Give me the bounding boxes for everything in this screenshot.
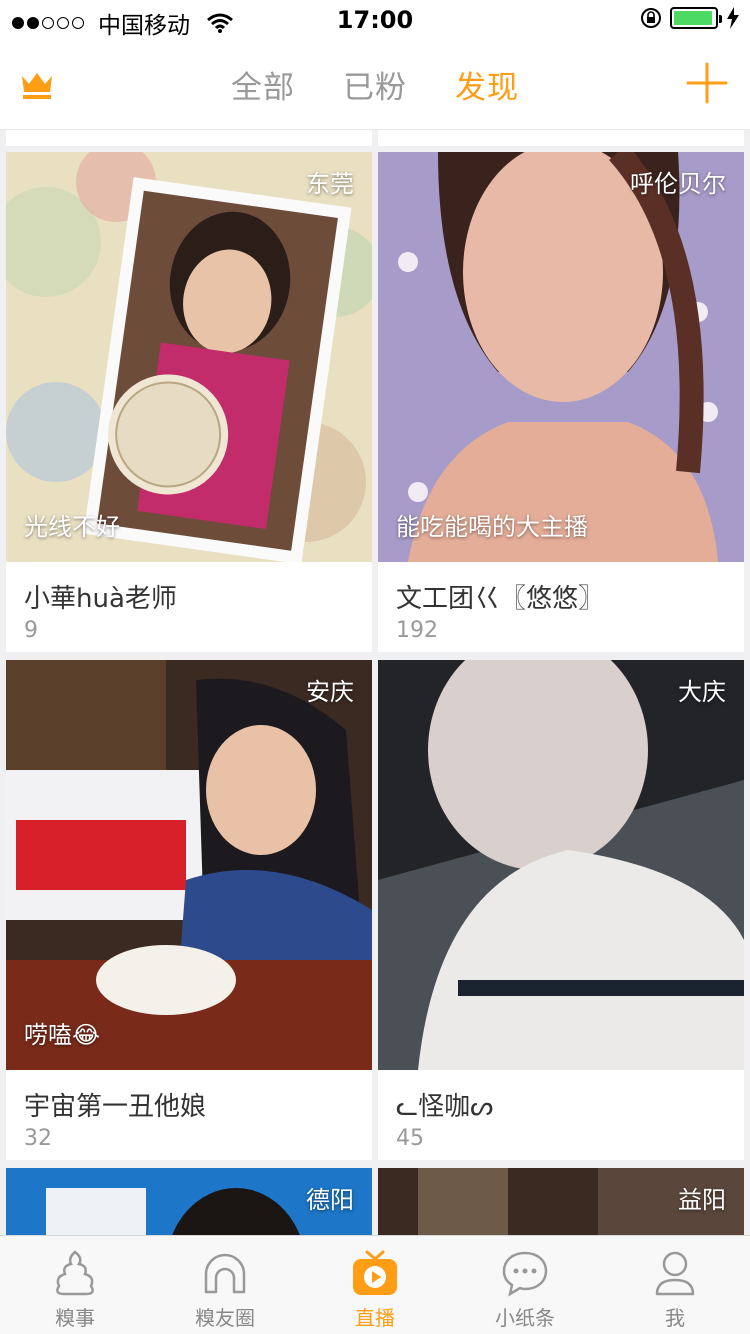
card-photo: 安庆 唠嗑😂 [6, 660, 372, 1070]
card-caption: 唠嗑😂 [24, 1021, 101, 1049]
viewer-count: 32 [24, 1126, 52, 1151]
streamer-name: 文工团巜〖悠悠〗 [396, 584, 605, 614]
status-bar: 中国移动 17:00 [0, 0, 750, 40]
tab-following[interactable]: 已粉 [343, 62, 407, 107]
tab-discover[interactable]: 发现 [455, 62, 519, 107]
tabbar-label: 直播 [355, 1306, 395, 1330]
live-card[interactable]: 益阳 [378, 1168, 744, 1235]
card-city: 安庆 [306, 678, 354, 706]
plus-icon[interactable] [686, 62, 728, 104]
streamer-name: 宇宙第一丑他娘 [24, 1092, 207, 1122]
tabbar-item-stories[interactable]: 糗事 [0, 1236, 150, 1334]
rotation-lock-icon [641, 8, 661, 28]
status-right [640, 7, 740, 29]
card-city: 德阳 [306, 1186, 354, 1214]
bottom-tab-bar: 糗事 糗友圈 直播 小纸条 我 [0, 1235, 750, 1334]
tabbar-label: 小纸条 [495, 1306, 555, 1330]
tabbar-label: 糗友圈 [195, 1306, 255, 1330]
card-photo: 大庆 [378, 660, 744, 1070]
charging-bolt-icon [727, 7, 739, 29]
status-time: 17:00 [336, 6, 414, 34]
viewer-count: 45 [396, 1126, 424, 1151]
tv-play-icon [353, 1250, 397, 1295]
tabbar-label: 糗事 [55, 1306, 95, 1330]
card-city: 大庆 [678, 678, 726, 706]
card-photo: 德阳 [6, 1168, 372, 1235]
card-city: 益阳 [678, 1186, 726, 1214]
live-card[interactable]: 东莞 光线不好 小華huà老师 9 [6, 152, 372, 652]
poop-icon [56, 1250, 94, 1296]
live-card[interactable]: 呼伦贝尔 能吃能喝的大主播 文工团巜〖悠悠〗 192 [378, 152, 744, 652]
live-card[interactable]: 德阳 [6, 1168, 372, 1235]
card-city: 东莞 [306, 170, 354, 198]
chat-bubble-icon [502, 1251, 548, 1297]
person-icon [655, 1251, 695, 1296]
tabbar-label: 我 [665, 1306, 685, 1330]
live-feed[interactable]: 东莞 光线不好 小華huà老师 9 呼伦贝尔 能吃能喝的大主播 文工团巜〖悠悠〗… [0, 130, 750, 1235]
card-photo: 呼伦贝尔 能吃能喝的大主播 [378, 152, 744, 562]
live-card[interactable]: 安庆 唠嗑😂 宇宙第一丑他娘 32 [6, 660, 372, 1160]
card-photo: 益阳 [378, 1168, 744, 1235]
battery-icon [670, 7, 722, 29]
tabbar-item-friends-circle[interactable]: 糗友圈 [150, 1236, 300, 1334]
circle-arch-icon [204, 1253, 246, 1294]
header: 全部 已粉 发现 [0, 40, 750, 130]
tabbar-item-me[interactable]: 我 [600, 1236, 750, 1334]
header-tabs: 全部 已粉 发现 [0, 62, 750, 107]
tab-all[interactable]: 全部 [231, 62, 295, 107]
tabbar-item-live[interactable]: 直播 [300, 1236, 450, 1334]
viewer-count: 9 [24, 618, 38, 643]
battery-fill [674, 11, 712, 25]
card-city: 呼伦贝尔 [630, 170, 726, 198]
card-photo: 东莞 光线不好 [6, 152, 372, 562]
viewer-count: 192 [396, 618, 438, 643]
previous-cards-strip [0, 130, 750, 146]
streamer-name: ᓚ怪咖ᔕ [396, 1092, 494, 1122]
streamer-name: 小華huà老师 [24, 584, 177, 614]
tabbar-item-messages[interactable]: 小纸条 [450, 1236, 600, 1334]
card-caption: 光线不好 [24, 513, 120, 541]
live-card[interactable]: 大庆 ᓚ怪咖ᔕ 45 [378, 660, 744, 1160]
card-caption: 能吃能喝的大主播 [396, 513, 588, 541]
